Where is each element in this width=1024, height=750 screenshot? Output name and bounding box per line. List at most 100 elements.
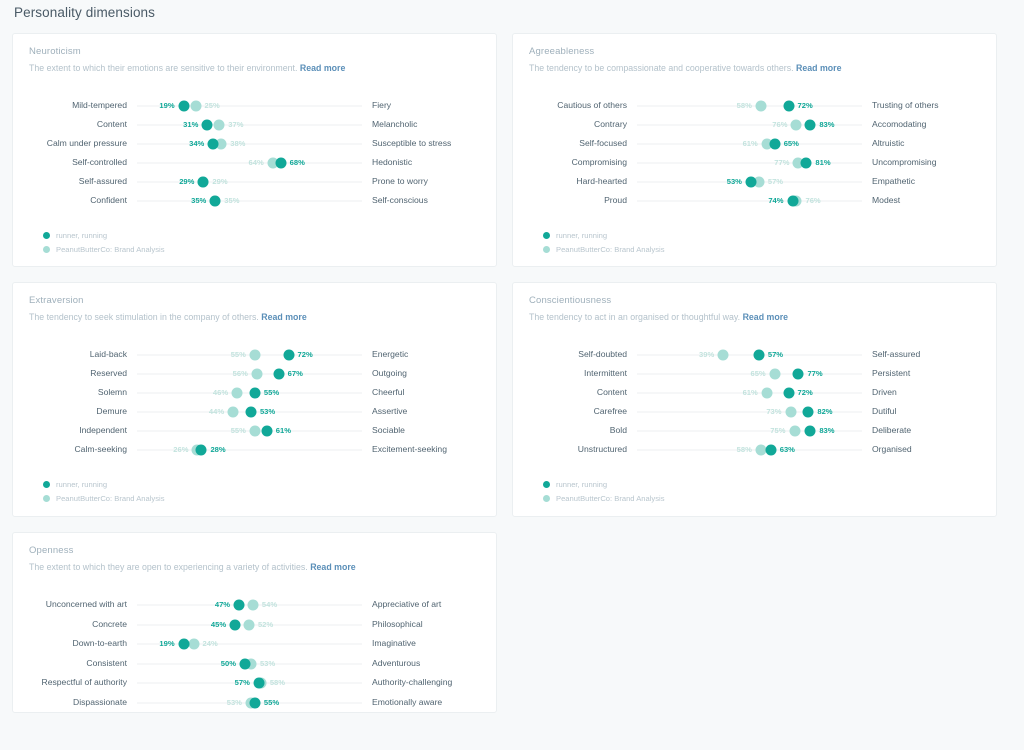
data-point-benchmark[interactable] [785, 406, 797, 418]
legend-item-dark[interactable]: runner, running [543, 478, 980, 492]
data-point-benchmark[interactable] [188, 638, 200, 650]
legend-item-light[interactable]: PeanutButterCo: Brand Analysis [43, 492, 480, 506]
legend-item-dark[interactable]: runner, running [43, 478, 480, 492]
data-point-primary[interactable] [229, 619, 241, 631]
data-point-primary[interactable] [753, 349, 765, 361]
data-point-primary[interactable] [195, 444, 207, 456]
trait-left-label: Unstructured [577, 444, 627, 455]
data-point-primary[interactable] [197, 176, 209, 188]
legend-item-light[interactable]: PeanutButterCo: Brand Analysis [43, 242, 480, 256]
trait-left-label: Proud [604, 194, 627, 205]
read-more-link[interactable]: Read more [796, 63, 841, 73]
data-point-primary[interactable] [769, 138, 781, 150]
data-label-benchmark: 38% [230, 139, 246, 149]
trait-track: 83% 76% [637, 115, 862, 134]
data-point-primary[interactable] [787, 195, 799, 207]
trait-track: 74% 76% [637, 191, 862, 210]
data-point-primary[interactable] [249, 387, 261, 399]
trait-track: 47% 54% [137, 596, 362, 615]
trait-left-label: Consistent [86, 657, 127, 668]
trait-right-label: Accomodating [872, 118, 927, 129]
legend-item-dark[interactable]: runner, running [43, 228, 480, 242]
data-point-benchmark[interactable] [249, 349, 261, 361]
read-more-link[interactable]: Read more [261, 312, 306, 322]
data-label-benchmark: 25% [204, 101, 220, 111]
trait-right-label: Energetic [372, 349, 409, 360]
trait-track: 50% 53% [137, 654, 362, 673]
data-label-primary: 31% [183, 120, 199, 130]
data-label-primary: 81% [815, 158, 831, 168]
trait-row: Concrete 45% 52% Philosophical [29, 615, 480, 635]
data-label-primary: 57% [767, 350, 784, 360]
data-label-primary: 55% [263, 388, 280, 398]
legend-item-light[interactable]: PeanutButterCo: Brand Analysis [543, 242, 980, 256]
data-point-primary[interactable] [283, 349, 295, 361]
legend-item-dark[interactable]: runner, running [543, 228, 980, 242]
data-point-primary[interactable] [207, 138, 219, 150]
data-point-benchmark[interactable] [247, 599, 259, 611]
data-point-primary[interactable] [275, 157, 287, 169]
data-label-primary: 53% [259, 407, 276, 417]
description-text: The tendency to seek stimulation in the … [29, 312, 259, 323]
data-point-primary[interactable] [233, 599, 245, 611]
legend-dot-icon [543, 495, 550, 503]
card-description: The extent to which their emotions are s… [29, 63, 480, 74]
data-point-benchmark[interactable] [790, 119, 802, 131]
trait-right-label: Appreciative of art [372, 599, 442, 610]
data-point-primary[interactable] [178, 638, 190, 650]
data-point-benchmark[interactable] [243, 619, 255, 631]
data-point-primary[interactable] [783, 387, 795, 399]
data-label-primary: 61% [275, 426, 291, 436]
data-point-primary[interactable] [804, 425, 816, 437]
data-point-benchmark[interactable] [761, 387, 773, 399]
data-label-benchmark: 44% [208, 407, 225, 417]
data-point-primary[interactable] [209, 195, 221, 207]
trait-right-label: Imaginative [372, 638, 416, 649]
track-line [137, 181, 362, 183]
data-point-primary[interactable] [804, 119, 816, 131]
data-point-primary[interactable] [201, 119, 213, 131]
data-label-benchmark: 65% [750, 369, 766, 379]
data-label-benchmark: 55% [230, 426, 246, 436]
read-more-link[interactable]: Read more [743, 312, 788, 322]
data-point-benchmark[interactable] [249, 425, 261, 437]
trait-right-label: Philosophical [372, 618, 423, 629]
data-label-primary: 55% [263, 697, 280, 707]
trait-left-label: Self-focused [579, 137, 627, 148]
data-point-primary[interactable] [273, 368, 285, 380]
data-point-benchmark[interactable] [190, 100, 201, 112]
trait-track: 35% 35% [137, 191, 362, 210]
read-more-link[interactable]: Read more [310, 562, 355, 572]
trait-row: Content 31% 37% Melancholic [29, 115, 480, 134]
legend-item-light[interactable]: PeanutButterCo: Brand Analysis [543, 492, 980, 506]
data-point-primary[interactable] [792, 368, 804, 380]
data-point-primary[interactable] [253, 677, 265, 689]
data-point-benchmark[interactable] [769, 368, 781, 380]
data-point-primary[interactable] [745, 176, 757, 188]
data-point-benchmark[interactable] [227, 406, 239, 418]
data-point-primary[interactable] [800, 157, 812, 169]
data-label-primary: 74% [768, 196, 784, 206]
data-point-benchmark[interactable] [717, 349, 729, 361]
data-point-primary[interactable] [239, 658, 251, 670]
read-more-link[interactable]: Read more [300, 63, 345, 73]
trait-row: Self-doubted 57% 39% Self-assured [529, 346, 980, 365]
trait-right-label: Trusting of others [872, 99, 939, 110]
chart-legend: runner, running PeanutButterCo: Brand Ana… [29, 228, 480, 256]
trait-row: Mild-tempered 19% 25% Fiery [29, 96, 480, 115]
data-point-primary[interactable] [802, 406, 814, 418]
data-point-benchmark[interactable] [789, 425, 800, 437]
data-point-primary[interactable] [783, 100, 795, 112]
data-point-benchmark[interactable] [251, 368, 263, 380]
data-point-primary[interactable] [765, 444, 777, 456]
legend-dot-icon [43, 481, 50, 489]
trait-right-label: Self-assured [872, 349, 921, 360]
data-point-primary[interactable] [245, 406, 257, 418]
data-point-primary[interactable] [261, 425, 273, 437]
data-point-benchmark[interactable] [755, 100, 767, 112]
data-point-primary[interactable] [178, 100, 190, 112]
data-point-primary[interactable] [249, 697, 261, 709]
data-label-primary: 57% [234, 678, 250, 688]
data-point-benchmark[interactable] [213, 119, 225, 131]
data-point-benchmark[interactable] [231, 387, 243, 399]
